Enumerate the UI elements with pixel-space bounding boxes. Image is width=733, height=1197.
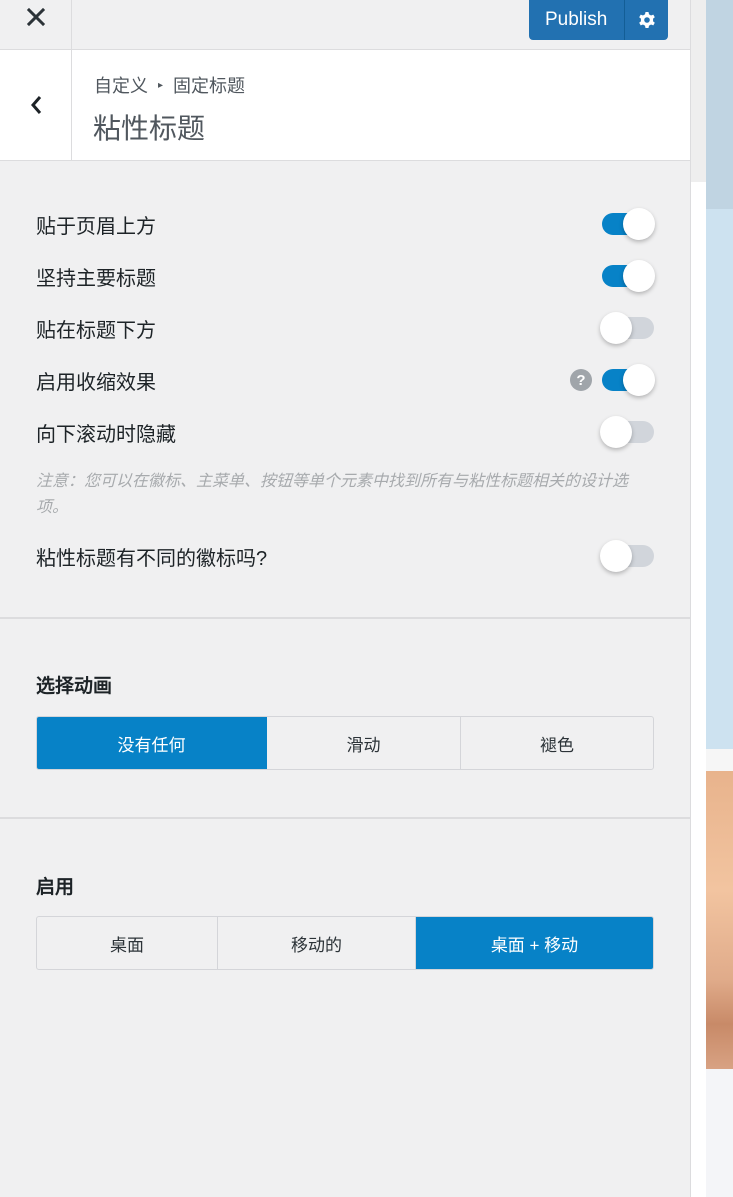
enable-label: 启用: [36, 877, 75, 898]
animation-option-none[interactable]: 没有任何: [37, 717, 267, 769]
animation-option-slide[interactable]: 滑动: [267, 717, 461, 769]
preview-band: [706, 749, 733, 771]
enable-option-mobile[interactable]: 移动的: [218, 917, 416, 969]
gear-icon: [638, 12, 655, 28]
toggle-row-hide-on-scroll: 向下滚动时隐藏: [36, 415, 654, 449]
enable-option-desktop-mobile[interactable]: 桌面 + 移动: [416, 917, 653, 969]
toggle-row-shrink-effect: 启用收缩效果 ?: [36, 363, 655, 397]
toggle-switch[interactable]: [602, 208, 655, 240]
design-note: 注意：您可以在徽标、主菜单、按钮等单个元素中找到所有与粘性标题相关的设计选项。: [36, 473, 629, 516]
animation-option-fade[interactable]: 褪色: [461, 717, 653, 769]
toggle-knob: [623, 260, 655, 292]
breadcrumb-separator: ▸: [158, 79, 164, 91]
breadcrumb: 自定义 ▸ 固定标题: [94, 72, 245, 98]
breadcrumb-item-fixed-header: 固定标题: [173, 76, 246, 96]
animation-label: 选择动画: [36, 676, 113, 697]
toggle-label: 粘性标题有不同的徽标吗?: [36, 547, 268, 570]
customizer-sidebar: Publish 自定义 ▸ 固定标题 粘性标题 贴于页眉上方 坚持主要标题 贴在…: [0, 0, 691, 1197]
toggle-knob: [600, 540, 632, 572]
enable-selector: 桌面 移动的 桌面 + 移动: [36, 916, 654, 970]
help-icon[interactable]: ?: [570, 369, 592, 391]
toggle-label: 启用收缩效果: [36, 371, 156, 394]
toggle-switch[interactable]: [602, 260, 655, 292]
toggle-label: 向下滚动时隐藏: [36, 423, 176, 446]
breadcrumb-item-customize[interactable]: 自定义: [94, 72, 148, 98]
toggle-knob: [600, 312, 632, 344]
publish-group: Publish: [529, 0, 668, 40]
toggle-label: 坚持主要标题: [36, 267, 156, 290]
toggle-row-stick-main-header: 坚持主要标题: [36, 259, 655, 293]
toggle-row-different-logo: 粘性标题有不同的徽标吗?: [36, 539, 654, 573]
section-divider: [0, 617, 690, 619]
toggle-label: 贴在标题下方: [36, 319, 156, 342]
enable-option-desktop[interactable]: 桌面: [37, 917, 218, 969]
section-header: 自定义 ▸ 固定标题 粘性标题: [0, 50, 690, 161]
customizer-topbar: Publish: [0, 0, 690, 50]
publish-settings-button[interactable]: [624, 0, 668, 40]
toggle-label: 贴于页眉上方: [36, 215, 156, 238]
toggle-knob: [623, 364, 655, 396]
preview-hero-background: [706, 209, 733, 749]
preview-gutter-top: [691, 0, 706, 182]
page-title: 粘性标题: [93, 113, 206, 144]
site-preview[interactable]: [691, 0, 733, 1197]
back-button[interactable]: [0, 50, 72, 160]
publish-button[interactable]: Publish: [529, 0, 624, 40]
preview-header-image: [706, 0, 733, 209]
toggle-switch[interactable]: [600, 312, 654, 344]
toggle-row-stick-below-header: 贴在标题下方: [36, 311, 654, 345]
toggle-knob: [600, 416, 632, 448]
toggle-switch[interactable]: [602, 364, 655, 396]
close-button[interactable]: [0, 0, 72, 49]
close-icon: [26, 7, 45, 26]
toggle-switch[interactable]: [600, 540, 654, 572]
section-divider: [0, 817, 690, 819]
animation-selector: 没有任何 滑动 褪色: [36, 716, 654, 770]
preview-content: [706, 1069, 733, 1197]
preview-hero-image: [706, 771, 733, 1069]
toggle-knob: [623, 208, 655, 240]
toggle-switch[interactable]: [600, 416, 654, 448]
chevron-left-icon: [30, 96, 41, 114]
toggle-row-stick-above-header: 贴于页眉上方: [36, 207, 655, 241]
